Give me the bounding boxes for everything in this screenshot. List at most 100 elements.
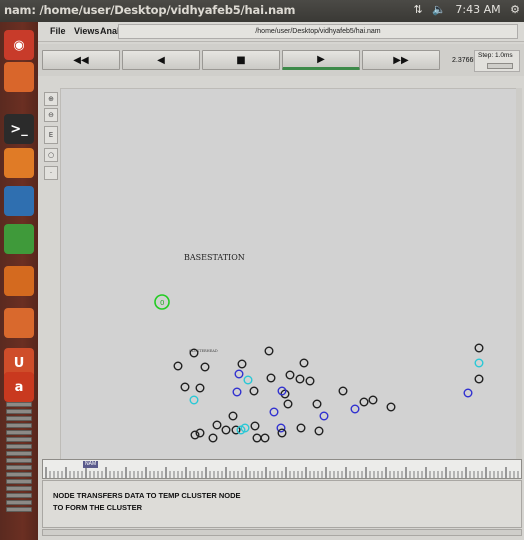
step-slider[interactable] (487, 63, 513, 69)
vertical-scrollbar[interactable] (516, 88, 522, 468)
sensor-node[interactable] (232, 387, 242, 397)
terminal-icon[interactable]: >_ (4, 114, 34, 144)
sensor-node[interactable] (173, 361, 183, 371)
sensor-node[interactable] (474, 374, 484, 384)
files-icon[interactable] (4, 62, 34, 92)
fast-forward-button[interactable]: ▶▶ (362, 50, 440, 70)
sensor-node[interactable] (296, 423, 306, 433)
sensor-node[interactable] (314, 426, 324, 436)
sensor-node[interactable] (463, 388, 473, 398)
zoom-out-icon[interactable]: ⊖ (44, 108, 58, 122)
calc-glyph (4, 224, 34, 254)
sensor-node[interactable] (249, 386, 259, 396)
zoom-in-icon[interactable]: ⊕ (44, 92, 58, 106)
sensor-node[interactable] (243, 375, 253, 385)
sensor-node[interactable] (350, 404, 360, 414)
network-icon[interactable]: ⇅ (413, 3, 422, 16)
settings-icon[interactable]: ⚙ (510, 3, 520, 16)
sensor-node[interactable] (221, 425, 231, 435)
menu-file[interactable]: File (50, 26, 66, 36)
sensor-node[interactable] (474, 358, 484, 368)
impress-icon[interactable] (4, 266, 34, 296)
sensor-node[interactable] (260, 433, 270, 443)
workspace-stack-item[interactable] (6, 451, 32, 456)
workspace-stack-item[interactable] (6, 437, 32, 442)
sensor-node[interactable] (277, 428, 287, 438)
workspace-stack-item[interactable] (6, 444, 32, 449)
launcher: ◉ >_ Ua (0, 22, 38, 540)
sensor-node[interactable] (266, 373, 276, 383)
nodes-layer: 0 (154, 294, 484, 443)
circle-tool-icon[interactable]: ○ (44, 148, 58, 162)
system-tray: ⇅ 🔈 7:43 AM ⚙ (407, 3, 520, 16)
sensor-node[interactable] (474, 343, 484, 353)
workspace-stack-item[interactable] (6, 486, 32, 491)
workspace-stack-item[interactable] (6, 458, 32, 463)
sensor-node[interactable] (200, 362, 210, 372)
sensor-node[interactable] (359, 397, 369, 407)
window-title: nam: /home/user/Desktop/vidhyafeb5/hai.n… (4, 3, 296, 17)
sensor-node[interactable] (237, 359, 247, 369)
sensor-node[interactable] (319, 411, 329, 421)
sensor-node[interactable] (338, 386, 348, 396)
message-scrollbar[interactable] (42, 529, 522, 536)
edit-icon[interactable]: E (44, 126, 58, 144)
workspace-stack-item[interactable] (6, 409, 32, 414)
workspace-stack-item[interactable] (6, 500, 32, 505)
sensor-node[interactable] (234, 369, 244, 379)
step-back-button[interactable]: ◀ (122, 50, 200, 70)
workspace-stack-item[interactable] (6, 416, 32, 421)
menu-views[interactable]: Views (74, 26, 99, 36)
stop-button[interactable]: ■ (202, 50, 280, 70)
sensor-node[interactable] (285, 370, 295, 380)
sensor-node[interactable] (180, 382, 190, 392)
writer-icon[interactable] (4, 186, 34, 216)
sensor-node[interactable] (190, 430, 200, 440)
basestation-label: BASESTATION (184, 253, 245, 262)
calc-icon[interactable] (4, 224, 34, 254)
play-button[interactable]: ▶ (282, 50, 360, 70)
sensor-node[interactable] (283, 399, 293, 409)
volume-icon[interactable]: 🔈 (432, 3, 446, 16)
sensor-node[interactable] (228, 411, 238, 421)
sensor-node[interactable] (195, 383, 205, 393)
timeline-marker[interactable]: NAM (83, 461, 99, 468)
software-center-icon[interactable] (4, 308, 34, 338)
workspace-stack-item[interactable] (6, 465, 32, 470)
amazon-glyph: a (14, 379, 24, 395)
sensor-node[interactable] (299, 358, 309, 368)
sensor-node[interactable] (195, 428, 205, 438)
timeline-ruler[interactable]: NAM (42, 459, 522, 479)
message-line-2: TO FORM THE CLUSTER (53, 503, 143, 512)
dash-icon[interactable]: ◉ (4, 30, 34, 60)
amazon-icon[interactable]: a (4, 372, 34, 402)
workspace-stack-item[interactable] (6, 479, 32, 484)
sensor-node[interactable] (189, 395, 199, 405)
network-canvas[interactable]: BASESTATION CLUSTERHEAD 0 (60, 88, 522, 468)
step-control[interactable]: Step: 1.0ms (474, 50, 520, 72)
dot-tool-icon[interactable]: · (44, 166, 58, 180)
sensor-node[interactable] (264, 346, 274, 356)
rewind-button[interactable]: ◀◀ (42, 50, 120, 70)
terminal-glyph: >_ (10, 121, 28, 137)
workspace-stack-item[interactable] (6, 423, 32, 428)
workspace-stack-item[interactable] (6, 430, 32, 435)
workspace-stack-item[interactable] (6, 493, 32, 498)
firefox-icon[interactable] (4, 148, 34, 178)
clock[interactable]: 7:43 AM (455, 3, 500, 16)
workspace-stack-item[interactable] (6, 402, 32, 407)
sensor-node[interactable] (305, 376, 315, 386)
sensor-node[interactable] (386, 402, 396, 412)
sensor-node[interactable] (252, 433, 262, 443)
sensor-node[interactable] (269, 407, 279, 417)
sensor-node[interactable] (312, 399, 322, 409)
sensor-node[interactable] (250, 421, 260, 431)
sensor-node[interactable] (208, 433, 218, 443)
sensor-node[interactable] (368, 395, 378, 405)
sensor-node[interactable] (295, 374, 305, 384)
sensor-node[interactable] (212, 420, 222, 430)
workspace-stack-item[interactable] (6, 507, 32, 512)
timeline-ticks (45, 467, 519, 478)
workspace-stack-item[interactable] (6, 472, 32, 477)
message-panel: NODE TRANSFERS DATA TO TEMP CLUSTER NODE… (42, 480, 522, 528)
